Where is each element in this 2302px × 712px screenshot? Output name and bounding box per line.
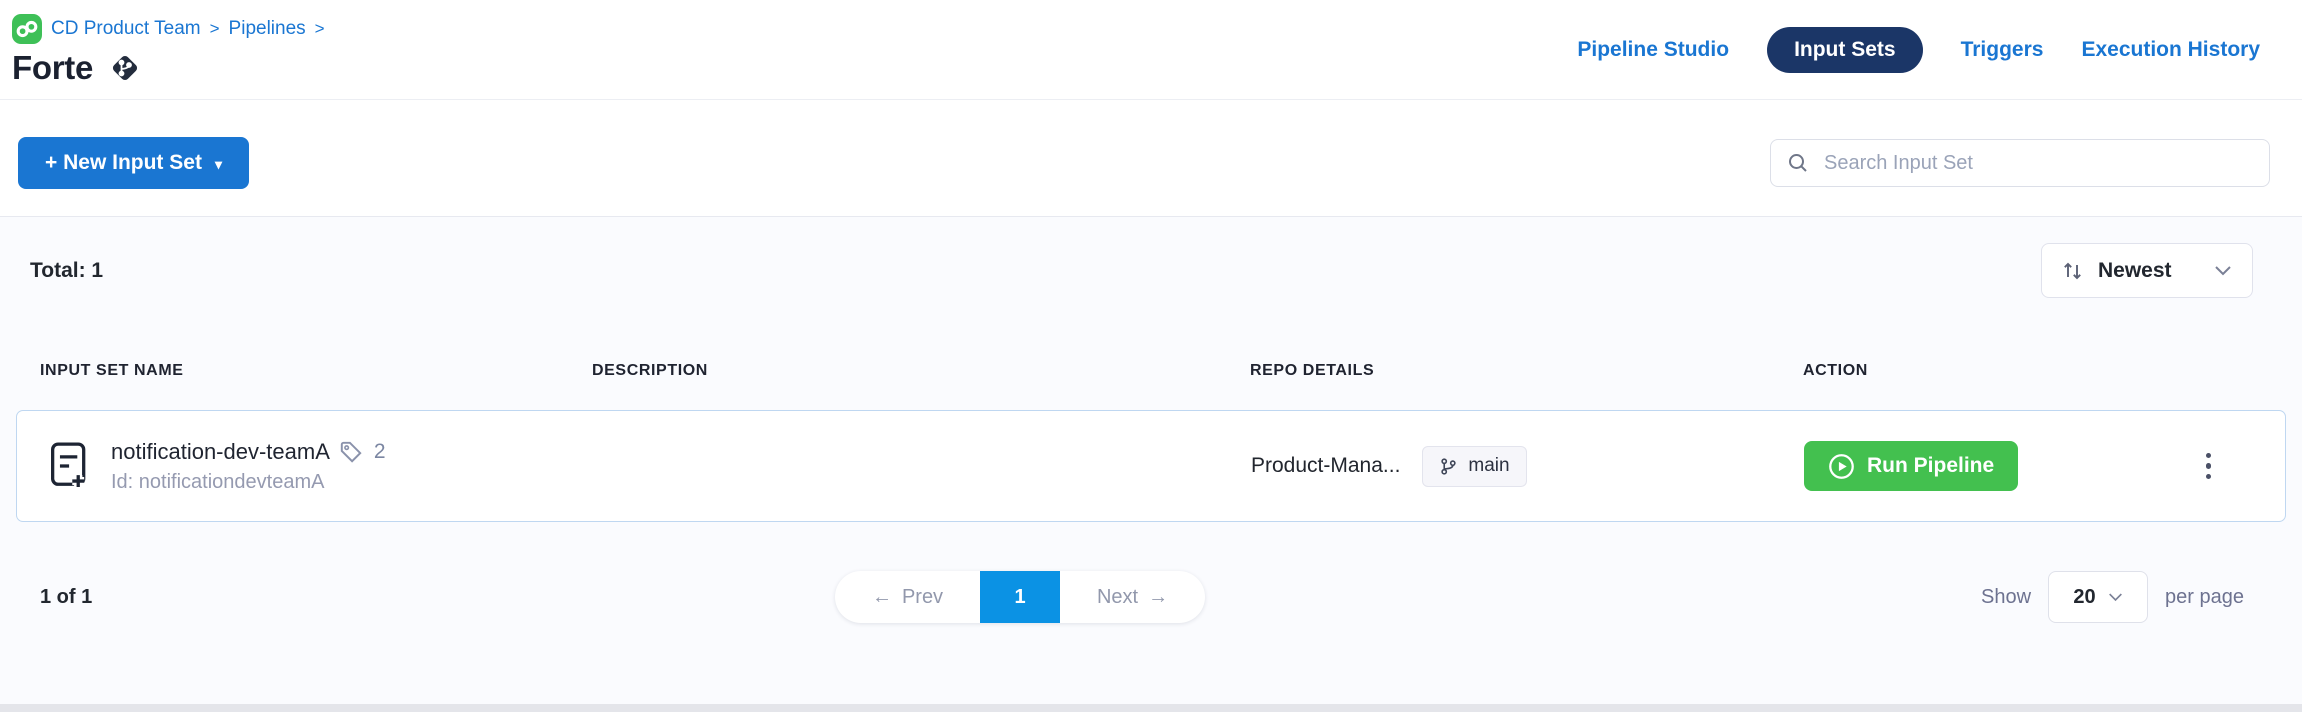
git-repo-diamond-icon (107, 50, 143, 86)
column-header-action: ACTION (1803, 362, 2286, 380)
column-header-repo-details: REPO DETAILS (1250, 362, 1803, 380)
breadcrumb-separator: > (315, 19, 325, 39)
total-count-label: Total: 1 (30, 259, 103, 283)
input-set-name: notification-dev-teamA (111, 439, 330, 465)
next-label: Next (1097, 586, 1138, 609)
chevron-down-icon (2108, 592, 2123, 602)
tag-count: 2 (374, 440, 386, 464)
chevron-down-icon (2214, 265, 2232, 276)
action-cell: Run Pipeline (1804, 441, 2285, 491)
repo-name: Product-Mana... (1251, 454, 1400, 478)
breadcrumb-project-link[interactable]: CD Product Team (51, 18, 201, 40)
repo-details-cell: Product-Mana... main (1251, 446, 1804, 487)
toolbar: + New Input Set ▾ (0, 100, 2302, 217)
branch-name: main (1468, 455, 1509, 477)
new-input-set-label: + New Input Set (45, 151, 202, 175)
prev-page-button[interactable]: ← Prev (835, 571, 980, 623)
run-pipeline-button[interactable]: Run Pipeline (1804, 441, 2018, 491)
current-page-button[interactable]: 1 (980, 571, 1060, 623)
header-left: CD Product Team > Pipelines > Forte (12, 12, 325, 87)
tag-icon (338, 439, 364, 465)
breadcrumb: CD Product Team > Pipelines > (12, 14, 325, 44)
table-header-row: INPUT SET NAME DESCRIPTION REPO DETAILS … (16, 362, 2286, 380)
branch-chip: main (1422, 446, 1526, 487)
show-label: Show (1981, 586, 2031, 609)
sort-dropdown[interactable]: Newest (2041, 243, 2253, 298)
bottom-edge-strip (0, 704, 2302, 712)
breadcrumb-separator: > (210, 19, 220, 39)
pagination: 1 of 1 ← Prev 1 Next → Show 20 per page (0, 571, 2302, 623)
tab-triggers[interactable]: Triggers (1961, 38, 2044, 62)
input-set-document-icon (49, 441, 91, 491)
git-branch-icon (1439, 457, 1458, 476)
page-size-value: 20 (2073, 586, 2095, 609)
search-input[interactable] (1770, 139, 2270, 187)
arrow-right-icon: → (1148, 586, 1168, 609)
sort-arrows-icon (2062, 261, 2084, 281)
tab-input-sets[interactable]: Input Sets (1767, 27, 1923, 73)
prev-label: Prev (902, 586, 943, 609)
column-header-description: DESCRIPTION (592, 362, 1250, 380)
input-sets-content: Total: 1 Newest INPUT SET NAME DESCRIPTI… (0, 217, 2302, 712)
search-icon (1787, 152, 1809, 174)
new-input-set-button[interactable]: + New Input Set ▾ (18, 137, 249, 189)
pager: ← Prev 1 Next → (835, 571, 1205, 623)
tab-execution-history[interactable]: Execution History (2081, 38, 2260, 62)
sort-selected-value: Newest (2098, 259, 2172, 283)
run-pipeline-label: Run Pipeline (1867, 454, 1994, 478)
next-page-button[interactable]: Next → (1060, 571, 1205, 623)
cd-module-icon (12, 14, 42, 44)
caret-down-icon: ▾ (215, 156, 222, 173)
per-page-label: per page (2165, 586, 2244, 609)
arrow-left-icon: ← (872, 586, 892, 609)
page-title: Forte (12, 49, 93, 87)
play-circle-icon (1828, 453, 1855, 480)
column-header-input-set-name: INPUT SET NAME (16, 362, 592, 380)
input-set-name-cell: notification-dev-teamA 2 Id: notificatio… (17, 439, 593, 494)
page-size-select[interactable]: 20 (2048, 571, 2148, 623)
breadcrumb-pipelines-link[interactable]: Pipelines (229, 18, 306, 40)
page-header: CD Product Team > Pipelines > Forte Pipe… (0, 0, 2302, 100)
page-info: 1 of 1 (40, 586, 92, 609)
per-page-group: Show 20 per page (1981, 571, 2244, 623)
table-row[interactable]: notification-dev-teamA 2 Id: notificatio… (16, 410, 2286, 522)
input-set-id: Id: notificationdevteamA (111, 471, 386, 494)
row-menu-kebab-icon[interactable] (2200, 447, 2218, 486)
pipeline-tabs: Pipeline Studio Input Sets Triggers Exec… (1577, 27, 2260, 73)
tab-pipeline-studio[interactable]: Pipeline Studio (1577, 38, 1729, 62)
